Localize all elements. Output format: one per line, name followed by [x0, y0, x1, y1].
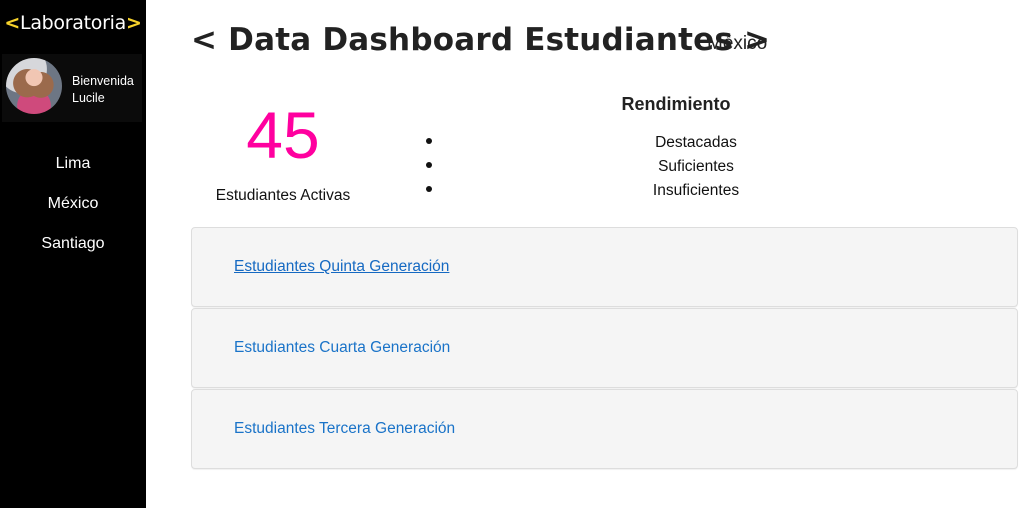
- performance-item-label: Insuficientes: [652, 182, 740, 199]
- logo-text: Laboratoria: [20, 12, 126, 34]
- link-quinta-generacion[interactable]: Estudiantes Quinta Generación: [234, 258, 449, 276]
- logo-close-bracket: >: [125, 12, 142, 34]
- list-item: Insuficientes: [0, 182, 1030, 206]
- sidebar-item-santiago[interactable]: Santiago: [0, 232, 146, 272]
- link-tercera-generacion[interactable]: Estudiantes Tercera Generación: [234, 420, 455, 438]
- avatar: [6, 58, 62, 114]
- bullet-icon: [426, 138, 432, 144]
- welcome-greeting: Bienvenida: [72, 74, 134, 88]
- page-title: < Data Dashboard Estudiantes >: [191, 22, 771, 58]
- user-profile: Bienvenida Lucile: [2, 54, 142, 122]
- sidebar: <Laboratoria> Bienvenida Lucile Lima Méx…: [0, 0, 146, 508]
- link-cuarta-generacion[interactable]: Estudiantes Cuarta Generación: [234, 339, 450, 357]
- brand-logo[interactable]: <Laboratoria>: [0, 12, 146, 34]
- generation-panel-quinta[interactable]: Estudiantes Quinta Generación: [191, 227, 1018, 307]
- performance-title: Rendimiento: [621, 94, 731, 114]
- page-subtitle-location: México: [707, 33, 768, 54]
- list-item: Destacadas: [0, 134, 1030, 158]
- bullet-icon: [426, 186, 432, 192]
- performance-item-label: Destacadas: [655, 134, 737, 151]
- list-item: Suficientes: [0, 158, 1030, 182]
- logo-open-bracket: <: [4, 12, 21, 34]
- welcome-user-name: Lucile: [72, 91, 105, 105]
- bullet-icon: [426, 162, 432, 168]
- generation-panel-cuarta[interactable]: Estudiantes Cuarta Generación: [191, 308, 1018, 388]
- welcome-text: Bienvenida Lucile: [72, 73, 134, 107]
- generation-panel-tercera[interactable]: Estudiantes Tercera Generación: [191, 389, 1018, 469]
- performance-item-label: Suficientes: [658, 158, 734, 175]
